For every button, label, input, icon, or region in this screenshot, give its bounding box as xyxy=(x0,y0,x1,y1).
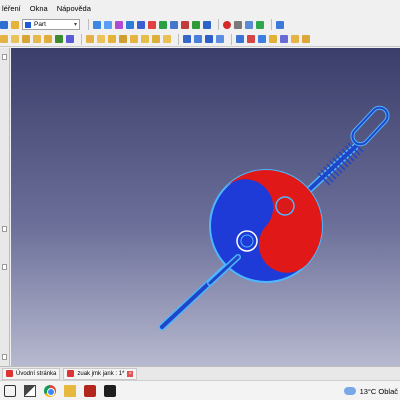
section-icon[interactable] xyxy=(236,35,244,43)
sphere-icon[interactable] xyxy=(22,35,30,43)
toolbar-separator xyxy=(81,33,82,45)
view-axonometric-icon[interactable] xyxy=(126,20,134,29)
tab-start-page[interactable]: Úvodní stránka xyxy=(2,367,61,380)
thickness-icon[interactable] xyxy=(269,35,277,43)
tab-model-document[interactable]: zuak jmk jank : 1* × xyxy=(63,367,138,380)
chevron-down-icon: ▾ xyxy=(73,22,77,28)
taskbar: 13°C Oblač xyxy=(0,380,400,400)
common-icon[interactable] xyxy=(216,35,224,43)
model-scene xyxy=(158,105,390,331)
view-fit-icon[interactable] xyxy=(93,20,101,29)
toolbar-separator xyxy=(178,33,179,45)
weather-cloud-icon xyxy=(341,385,356,395)
record-macro-icon[interactable] xyxy=(223,20,231,29)
menu-item-help[interactable]: Nápověda xyxy=(57,4,91,13)
run-macro-icon[interactable] xyxy=(256,20,264,29)
document-tabs: Úvodní stránka zuak jmk jank : 1* × xyxy=(0,366,400,380)
mirror-icon[interactable] xyxy=(108,35,116,43)
cone-icon[interactable] xyxy=(33,35,41,43)
workbench-selector[interactable]: Part ▾ xyxy=(22,19,80,30)
store-icon[interactable] xyxy=(24,384,36,397)
toolbar-part xyxy=(0,32,400,47)
box-icon[interactable] xyxy=(0,35,8,43)
shape-builder-icon[interactable] xyxy=(66,35,74,43)
chrome-icon[interactable] xyxy=(44,384,56,397)
open-folder-icon[interactable] xyxy=(11,20,19,29)
check-geometry-icon[interactable] xyxy=(291,35,299,43)
part-workbench-icon xyxy=(25,21,31,28)
chamfer-icon[interactable] xyxy=(130,35,138,43)
toolbar-main: Part ▾ xyxy=(0,17,400,32)
freecad-icon[interactable] xyxy=(84,384,96,397)
panel-toggle[interactable] xyxy=(2,264,7,270)
app-icon[interactable] xyxy=(104,384,116,397)
cross-section-icon[interactable] xyxy=(247,35,255,43)
3d-viewport[interactable] xyxy=(11,48,400,366)
panel-toggle[interactable] xyxy=(2,54,7,60)
weather-text[interactable]: 13°C Oblač xyxy=(360,387,398,396)
close-icon[interactable]: × xyxy=(127,370,134,377)
system-tray: 13°C Oblač xyxy=(341,381,398,400)
view-top-icon[interactable] xyxy=(148,20,156,29)
extrude-icon[interactable] xyxy=(86,35,94,43)
fuse-icon[interactable] xyxy=(205,35,213,43)
pin-eye xyxy=(350,105,390,147)
offset-icon[interactable] xyxy=(258,35,266,43)
projection-icon[interactable] xyxy=(280,35,288,43)
view-rear-icon[interactable] xyxy=(170,20,178,29)
boolean-icon[interactable] xyxy=(183,35,191,43)
torus-icon[interactable] xyxy=(44,35,52,43)
cut-icon[interactable] xyxy=(194,35,202,43)
combo-view-collapsed[interactable] xyxy=(0,48,10,366)
tab-label: zuak jmk jank : 1* xyxy=(77,370,125,377)
task-view-icon[interactable] xyxy=(4,384,16,397)
freecad-icon xyxy=(67,370,75,377)
defeaturing-icon[interactable] xyxy=(302,35,310,43)
panel-toggle[interactable] xyxy=(2,354,7,360)
revolve-icon[interactable] xyxy=(97,35,105,43)
help-icon[interactable] xyxy=(276,20,284,29)
file-explorer-icon[interactable] xyxy=(64,384,76,397)
toolbar-separator xyxy=(88,19,89,30)
menu-bar: léření Okna Nápověda xyxy=(0,0,400,17)
menu-item-windows[interactable]: Okna xyxy=(30,4,48,13)
loft-icon[interactable] xyxy=(152,35,160,43)
workbench-label: Part xyxy=(34,21,46,28)
macros-icon[interactable] xyxy=(245,20,253,29)
toolbar-separator xyxy=(271,19,272,30)
view-select-icon[interactable] xyxy=(104,20,112,29)
panel-toggle[interactable] xyxy=(2,226,7,232)
stop-macro-icon[interactable] xyxy=(234,20,242,29)
toolbar-separator xyxy=(231,33,232,45)
menu-item-edit[interactable]: léření xyxy=(2,4,21,13)
new-document-icon[interactable] xyxy=(0,20,8,29)
make-face-icon[interactable] xyxy=(141,35,149,43)
draw-style-icon[interactable] xyxy=(115,20,123,29)
toolbar-separator xyxy=(218,19,219,30)
cylinder-icon[interactable] xyxy=(11,35,19,43)
view-left-icon[interactable] xyxy=(192,20,200,29)
primitives-icon[interactable] xyxy=(55,35,63,43)
tab-label: Úvodní stránka xyxy=(16,370,57,377)
view-right-icon[interactable] xyxy=(159,20,167,29)
fillet-icon[interactable] xyxy=(119,35,127,43)
view-front-icon[interactable] xyxy=(137,20,145,29)
view-bottom-icon[interactable] xyxy=(181,20,189,29)
sweep-icon[interactable] xyxy=(163,35,171,43)
measure-icon[interactable] xyxy=(203,20,211,29)
freecad-icon xyxy=(6,370,13,377)
